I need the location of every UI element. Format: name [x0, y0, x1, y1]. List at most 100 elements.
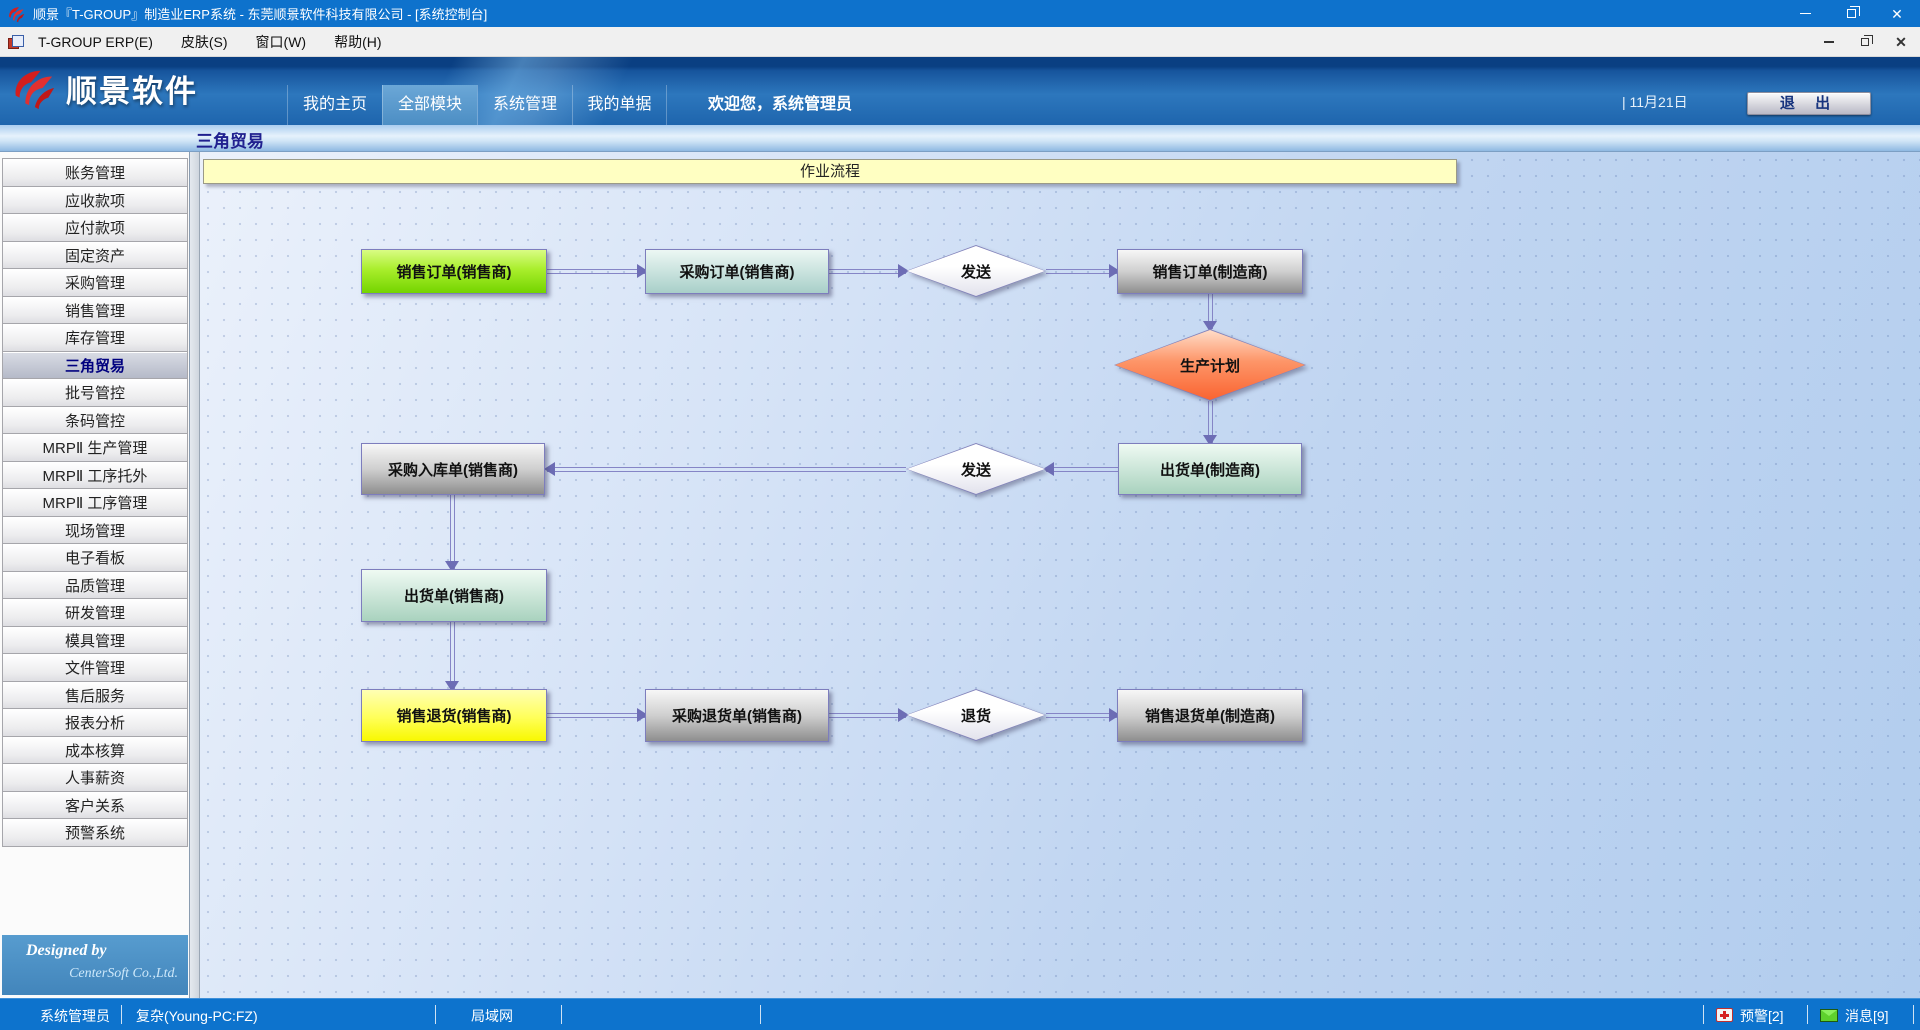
minimize-icon [1824, 41, 1834, 43]
sidebar-item[interactable]: 预警系统 [3, 819, 187, 847]
menu-item-help[interactable]: 帮助(H) [320, 27, 395, 57]
flow-connector [450, 622, 455, 689]
flow-connector [450, 495, 455, 569]
flow-node-sales-order-seller[interactable]: 销售订单(销售商) [361, 249, 547, 294]
sidebar-item[interactable]: 报表分析 [3, 709, 187, 737]
diamond-label: 生产计划 [1114, 329, 1306, 401]
sidebar-item[interactable]: 应付款项 [3, 214, 187, 242]
flow-connector [1046, 467, 1118, 472]
status-user: 系统管理员 [40, 1006, 110, 1026]
restore-icon [1847, 9, 1856, 18]
status-divider [760, 1005, 761, 1024]
sidebar-item[interactable]: 电子看板 [3, 544, 187, 572]
flow-node-shipment-seller[interactable]: 出货单(销售商) [361, 569, 547, 622]
tab-my-documents[interactable]: 我的单据 [572, 85, 667, 125]
flow-connector [1046, 713, 1117, 718]
sidebar-item[interactable]: 成本核算 [3, 737, 187, 765]
status-bar: 系统管理员 复杂(Young-PC:FZ) 局域网 预警[2] 消息[9] [0, 998, 1920, 1030]
menu-item-skin[interactable]: 皮肤(S) [167, 27, 242, 57]
sidebar-item[interactable]: 批号管控 [3, 379, 187, 407]
status-divider [1807, 1005, 1808, 1024]
flow-node-shipment-manufacturer[interactable]: 出货单(制造商) [1118, 443, 1302, 495]
sidebar-item[interactable]: 条码管控 [3, 407, 187, 435]
mdi-restore-button[interactable] [1854, 32, 1876, 52]
sidebar-item[interactable]: 库存管理 [3, 324, 187, 352]
flow-connector [829, 269, 906, 274]
sidebar-item[interactable]: MRPⅡ 生产管理 [3, 434, 187, 462]
flowchart-title-bar: 作业流程 [203, 159, 1457, 184]
sidebar-item[interactable]: 现场管理 [3, 517, 187, 545]
sidebar-footer: Designed by CenterSoft Co.,Ltd. [2, 935, 188, 995]
welcome-text: 欢迎您，系统管理员 [708, 90, 852, 114]
close-icon: ✕ [1891, 7, 1903, 21]
sidebar-item[interactable]: 采购管理 [3, 269, 187, 297]
sidebar-item[interactable]: 人事薪资 [3, 764, 187, 792]
diamond-label: 退货 [906, 689, 1046, 741]
sidebar-item-list: 账务管理 应收款项 应付款项 固定资产 采购管理 销售管理 库存管理 三角贸易 … [2, 158, 188, 847]
title-bar: 顺景『T-GROUP』制造业ERP系统 - 东莞顺景软件科技有限公司 - [系统… [0, 0, 1920, 27]
flow-node-send-decision-2[interactable]: 发送 [906, 443, 1046, 495]
status-network: 局域网 [471, 1006, 513, 1026]
vendor-name-text: CenterSoft Co.,Ltd. [69, 966, 178, 982]
sidebar-item[interactable]: 文件管理 [3, 654, 187, 682]
sidebar-item[interactable]: 售后服务 [3, 682, 187, 710]
sidebar-item[interactable]: 应收款项 [3, 187, 187, 215]
flow-node-sales-return-manufacturer[interactable]: 销售退货单(制造商) [1117, 689, 1303, 742]
mdi-minimize-button[interactable] [1818, 32, 1840, 52]
minimize-button[interactable] [1782, 0, 1828, 27]
tab-system-management[interactable]: 系统管理 [477, 85, 572, 125]
sidebar-item[interactable]: 账务管理 [3, 159, 187, 187]
flow-node-return-decision[interactable]: 退货 [906, 689, 1046, 741]
restore-button[interactable] [1828, 0, 1874, 27]
flow-node-sales-return-seller[interactable]: 销售退货(销售商) [361, 689, 547, 742]
flow-connector [547, 269, 645, 274]
flow-connector [1046, 269, 1117, 274]
brand-name: 顺景软件 [66, 66, 198, 111]
sidebar-item[interactable]: 模具管理 [3, 627, 187, 655]
sidebar-item[interactable]: 客户关系 [3, 792, 187, 820]
menu-item-window[interactable]: 窗口(W) [242, 27, 321, 57]
status-message[interactable]: 消息[9] [1845, 1006, 1889, 1026]
tab-all-modules[interactable]: 全部模块 [382, 85, 477, 125]
status-alert[interactable]: 预警[2] [1740, 1006, 1784, 1026]
sidebar-item[interactable]: 销售管理 [3, 297, 187, 325]
sidebar-splitter[interactable] [190, 152, 200, 998]
menu-item-erp[interactable]: T-GROUP ERP(E) [24, 27, 167, 57]
status-divider [121, 1005, 122, 1024]
sidebar-item[interactable]: 品质管理 [3, 572, 187, 600]
header-tabs: 我的主页 全部模块 系统管理 我的单据 [287, 85, 667, 125]
flow-node-sales-order-manufacturer[interactable]: 销售订单(制造商) [1117, 249, 1303, 294]
close-button[interactable]: ✕ [1874, 0, 1920, 27]
sidebar-item[interactable]: MRPⅡ 工序管理 [3, 489, 187, 517]
flow-connector [547, 467, 906, 472]
flow-node-purchase-receipt-seller[interactable]: 采购入库单(销售商) [361, 443, 545, 495]
restore-icon [1861, 38, 1869, 46]
header-banner: 顺景软件 我的主页 全部模块 系统管理 我的单据 欢迎您，系统管理员 | 11月… [0, 57, 1920, 125]
flow-node-purchase-order-seller[interactable]: 采购订单(销售商) [645, 249, 829, 294]
flow-connector [829, 713, 906, 718]
brand-logo: 顺景软件 [10, 65, 198, 111]
status-divider [561, 1005, 562, 1024]
status-divider [1703, 1005, 1704, 1024]
module-sidebar: 账务管理 应收款项 应付款项 固定资产 采购管理 销售管理 库存管理 三角贸易 … [0, 152, 190, 998]
flow-connector [547, 713, 645, 718]
brand-swoosh-icon [10, 65, 56, 111]
menu-bar: T-GROUP ERP(E) 皮肤(S) 窗口(W) 帮助(H) ✕ [0, 27, 1920, 57]
sidebar-item[interactable]: 固定资产 [3, 242, 187, 270]
flow-node-purchase-return-seller[interactable]: 采购退货单(销售商) [645, 689, 829, 742]
status-session: 复杂(Young-PC:FZ) [136, 1006, 258, 1026]
sidebar-item[interactable]: MRPⅡ 工序托外 [3, 462, 187, 490]
exit-button[interactable]: 退 出 [1747, 92, 1871, 115]
mdi-close-button[interactable]: ✕ [1890, 32, 1912, 52]
sidebar-item-active[interactable]: 三角贸易 [3, 352, 187, 380]
window-title: 顺景『T-GROUP』制造业ERP系统 - 东莞顺景软件科技有限公司 - [系统… [33, 4, 487, 23]
flow-connector [1208, 401, 1213, 443]
status-divider [1913, 1005, 1914, 1024]
sidebar-item[interactable]: 研发管理 [3, 599, 187, 627]
flow-node-send-decision-1[interactable]: 发送 [906, 245, 1046, 297]
first-aid-icon [1716, 1008, 1733, 1022]
flowchart-canvas: 作业流程 销售订单(销售商) 采购订单(销售商) 发送 销售订单(制造商) 生产… [200, 152, 1920, 998]
flow-node-production-plan[interactable]: 生产计划 [1114, 329, 1306, 401]
app-logo-icon [7, 5, 25, 23]
tab-my-home[interactable]: 我的主页 [287, 85, 382, 125]
